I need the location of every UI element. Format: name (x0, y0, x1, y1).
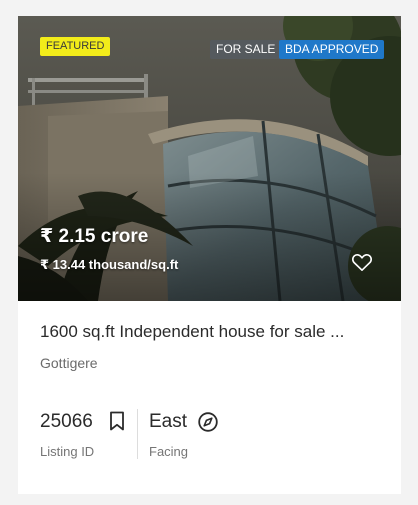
for-sale-badge: FOR SALE (210, 40, 282, 59)
price-per-sqft: ₹ 13.44 thousand/sq.ft (40, 257, 179, 272)
price: ₹ 2.15 crore (40, 226, 149, 247)
listing-title[interactable]: 1600 sq.ft Independent house for sale ..… (40, 322, 385, 342)
approval-badge: BDA APPROVED (279, 40, 385, 59)
locality: Gottigere (40, 355, 98, 371)
listing-id-label: Listing ID (40, 444, 95, 459)
property-photo[interactable]: FEATURED FOR SALE BDA APPROVED ₹ 2.15 cr… (18, 16, 401, 301)
facing-value: East (149, 411, 188, 432)
facing-label: Facing (149, 444, 189, 459)
featured-badge: FEATURED (40, 37, 111, 56)
property-card[interactable]: FEATURED FOR SALE BDA APPROVED ₹ 2.15 cr… (18, 16, 401, 494)
listing-id-value: 25066 (40, 411, 93, 432)
meta-divider (137, 409, 138, 459)
compass-icon (197, 411, 219, 433)
heart-icon[interactable] (351, 252, 373, 272)
bookmark-icon[interactable] (109, 411, 125, 431)
